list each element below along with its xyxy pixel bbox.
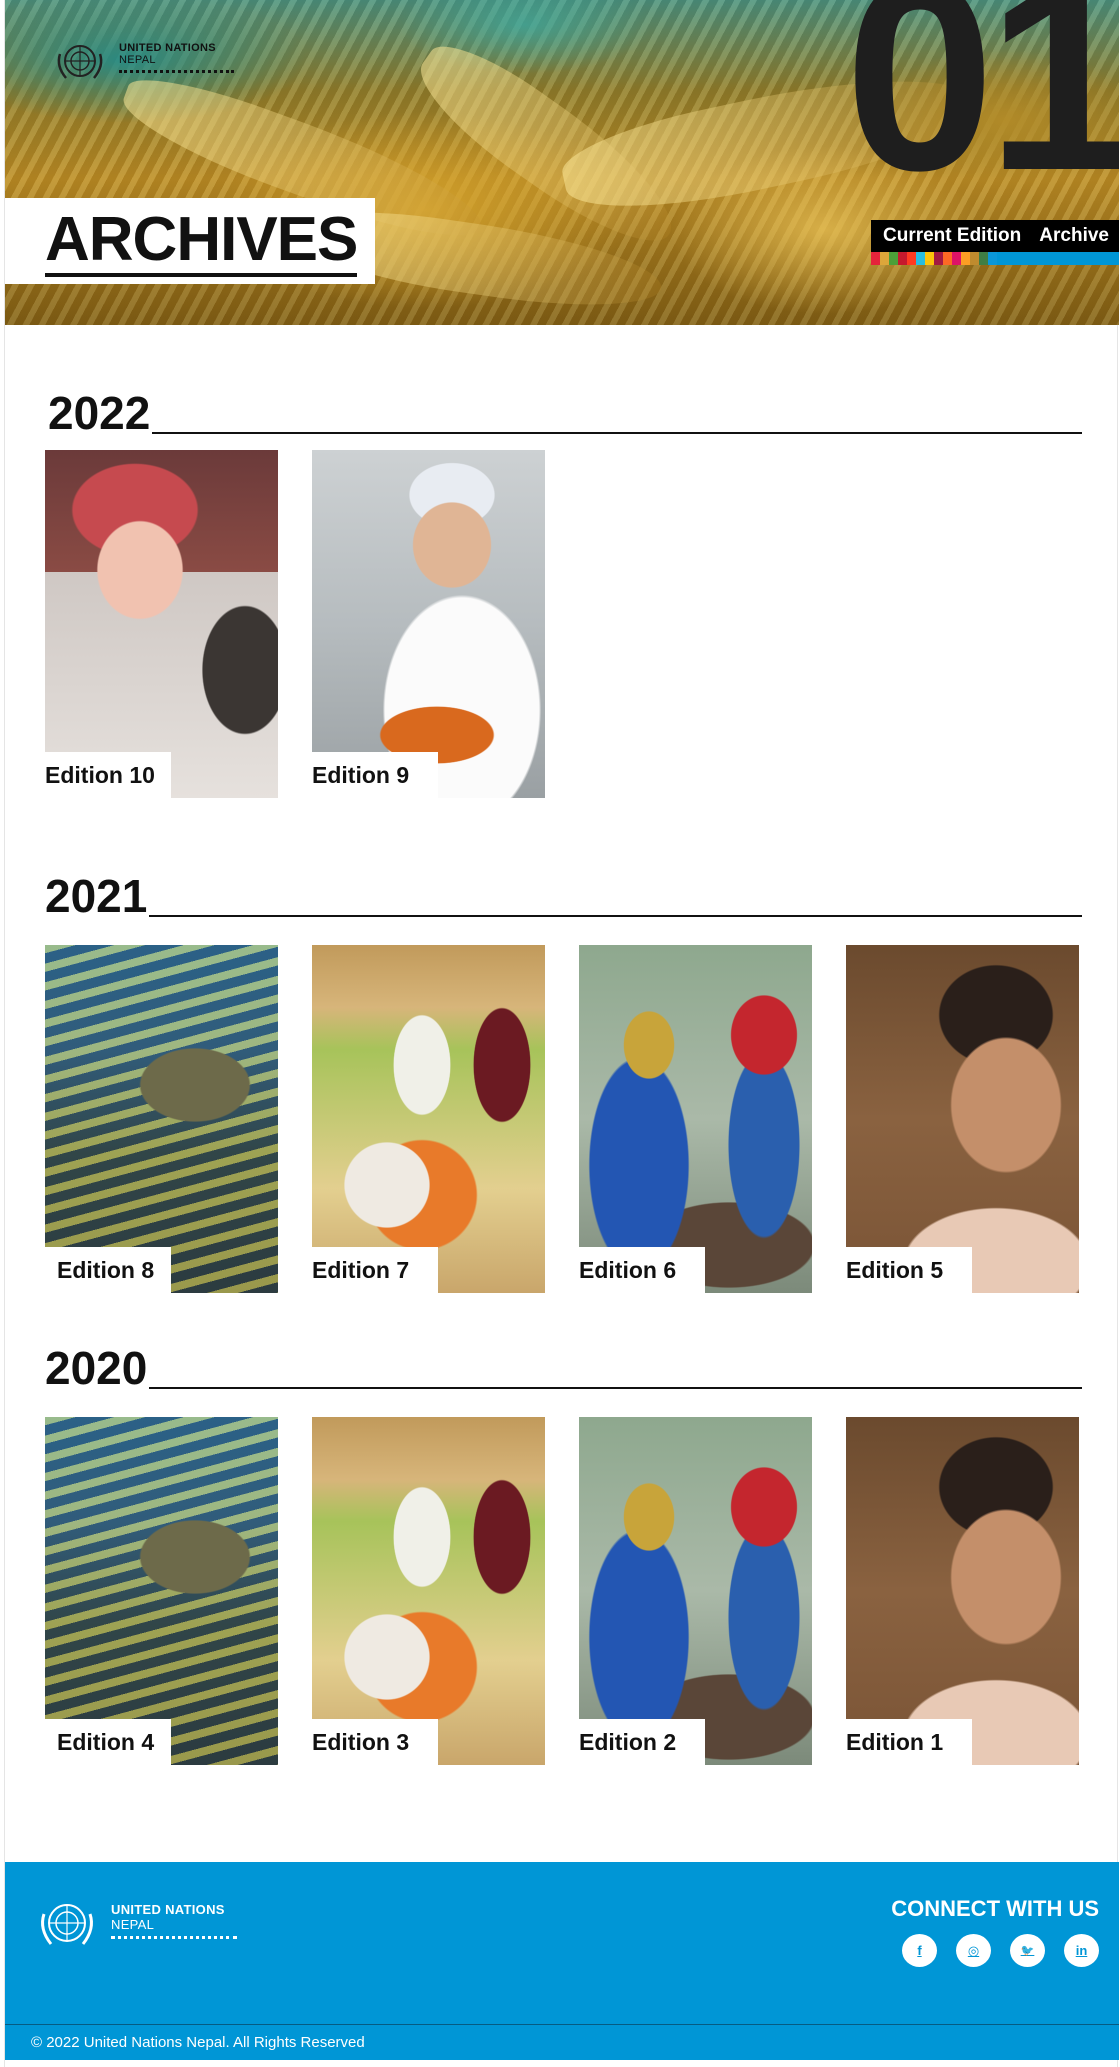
edition-label: Edition 7 (312, 1247, 438, 1293)
parrots-photo (579, 1417, 812, 1765)
top-nav: Current Edition Archive (871, 220, 1119, 252)
food-photo (312, 945, 545, 1293)
edition-label: Edition 9 (312, 752, 438, 798)
chef-photo (312, 450, 545, 798)
year-title: 2021 (45, 870, 148, 922)
food-photo (312, 1417, 545, 1765)
sdg-color-segment (961, 252, 970, 265)
nav-current-edition[interactable]: Current Edition (883, 225, 1021, 247)
edition-label: Edition 5 (846, 1247, 972, 1293)
nav-archive[interactable]: Archive (1039, 225, 1109, 247)
edition-label: Edition 6 (579, 1247, 705, 1293)
edition-card[interactable]: Edition 10 (45, 450, 278, 798)
edition-label: Edition 4 (45, 1719, 171, 1765)
brand-line2: NEPAL (111, 1917, 155, 1932)
copyright-text: © 2022 United Nations Nepal. All Rights … (5, 2024, 1119, 2060)
edition-label: Edition 3 (312, 1719, 438, 1765)
un-emblem-icon (49, 36, 111, 86)
linkedin-icon[interactable]: in (1064, 1934, 1099, 1967)
sdg-color-segment (943, 252, 952, 265)
sdg-color-segment (997, 252, 1119, 265)
connect-heading: CONNECT WITH US (891, 1896, 1099, 1921)
edition-number: 01 (844, 0, 1119, 227)
edition-label: Edition 1 (846, 1719, 972, 1765)
brand-line1: UNITED NATIONS (119, 42, 216, 54)
footer-un-logo[interactable]: UNITED NATIONS NEPAL (33, 1894, 237, 1952)
brand-line1: UNITED NATIONS (111, 1902, 225, 1917)
sdg-color-segment (925, 252, 934, 265)
year-divider (152, 432, 1082, 434)
year-title: 2022 (48, 387, 151, 439)
parrots-photo (579, 945, 812, 1293)
instagram-icon[interactable]: ◎ (956, 1934, 991, 1967)
year-header-2020: 2020 (45, 1345, 1082, 1391)
twitter-icon[interactable]: 🐦 (1010, 1934, 1045, 1967)
sdg-color-strip (871, 252, 1119, 265)
edition-card[interactable]: Edition 2 (579, 1417, 812, 1765)
sdg-color-segment (952, 252, 961, 265)
edition-card[interactable]: Edition 3 (312, 1417, 545, 1765)
year-divider (149, 1387, 1082, 1389)
page: 01 UNITED NATIONS NEPAL Current Edition … (4, 0, 1119, 2067)
reef-photo (45, 945, 278, 1293)
edition-card[interactable]: Edition 8 (45, 945, 278, 1293)
sdg-color-segment (979, 252, 988, 265)
sdg-color-segment (988, 252, 997, 265)
edition-label: Edition 2 (579, 1719, 705, 1765)
footer: UNITED NATIONS NEPAL CONNECT WITH US f ◎… (5, 1862, 1119, 2024)
sdg-color-segment (871, 252, 880, 265)
brand-dots (119, 70, 234, 73)
hero-banner: 01 UNITED NATIONS NEPAL Current Edition … (5, 0, 1119, 325)
sdg-color-segment (916, 252, 925, 265)
year-divider (149, 915, 1082, 917)
sdg-color-segment (889, 252, 898, 265)
brand-line2: NEPAL (119, 54, 156, 66)
edition-card[interactable]: Edition 5 (846, 945, 1079, 1293)
un-emblem-icon (33, 1894, 101, 1952)
un-logo[interactable]: UNITED NATIONS NEPAL (49, 36, 234, 86)
year-title: 2020 (45, 1342, 148, 1394)
dancer-photo (846, 1417, 1079, 1765)
sdg-color-segment (907, 252, 916, 265)
dancer-photo (846, 945, 1079, 1293)
edition-card[interactable]: Edition 9 (312, 450, 545, 798)
social-links: f ◎ 🐦 in (902, 1934, 1099, 1967)
title-box: ARCHIVES (5, 198, 375, 284)
edition-card[interactable]: Edition 7 (312, 945, 545, 1293)
sdg-color-segment (880, 252, 889, 265)
girl-photo (45, 450, 278, 798)
sdg-color-segment (970, 252, 979, 265)
sdg-color-segment (934, 252, 943, 265)
sdg-color-segment (898, 252, 907, 265)
edition-card[interactable]: Edition 6 (579, 945, 812, 1293)
edition-card[interactable]: Edition 4 (45, 1417, 278, 1765)
year-header-2021: 2021 (45, 873, 1082, 919)
year-header-2022: 2022 (45, 390, 1082, 436)
brand-dots (111, 1936, 237, 1939)
edition-label: Edition 8 (45, 1247, 171, 1293)
edition-card[interactable]: Edition 1 (846, 1417, 1079, 1765)
page-title: ARCHIVES (45, 209, 358, 277)
edition-label: Edition 10 (45, 752, 171, 798)
facebook-icon[interactable]: f (902, 1934, 937, 1967)
reef-photo (45, 1417, 278, 1765)
